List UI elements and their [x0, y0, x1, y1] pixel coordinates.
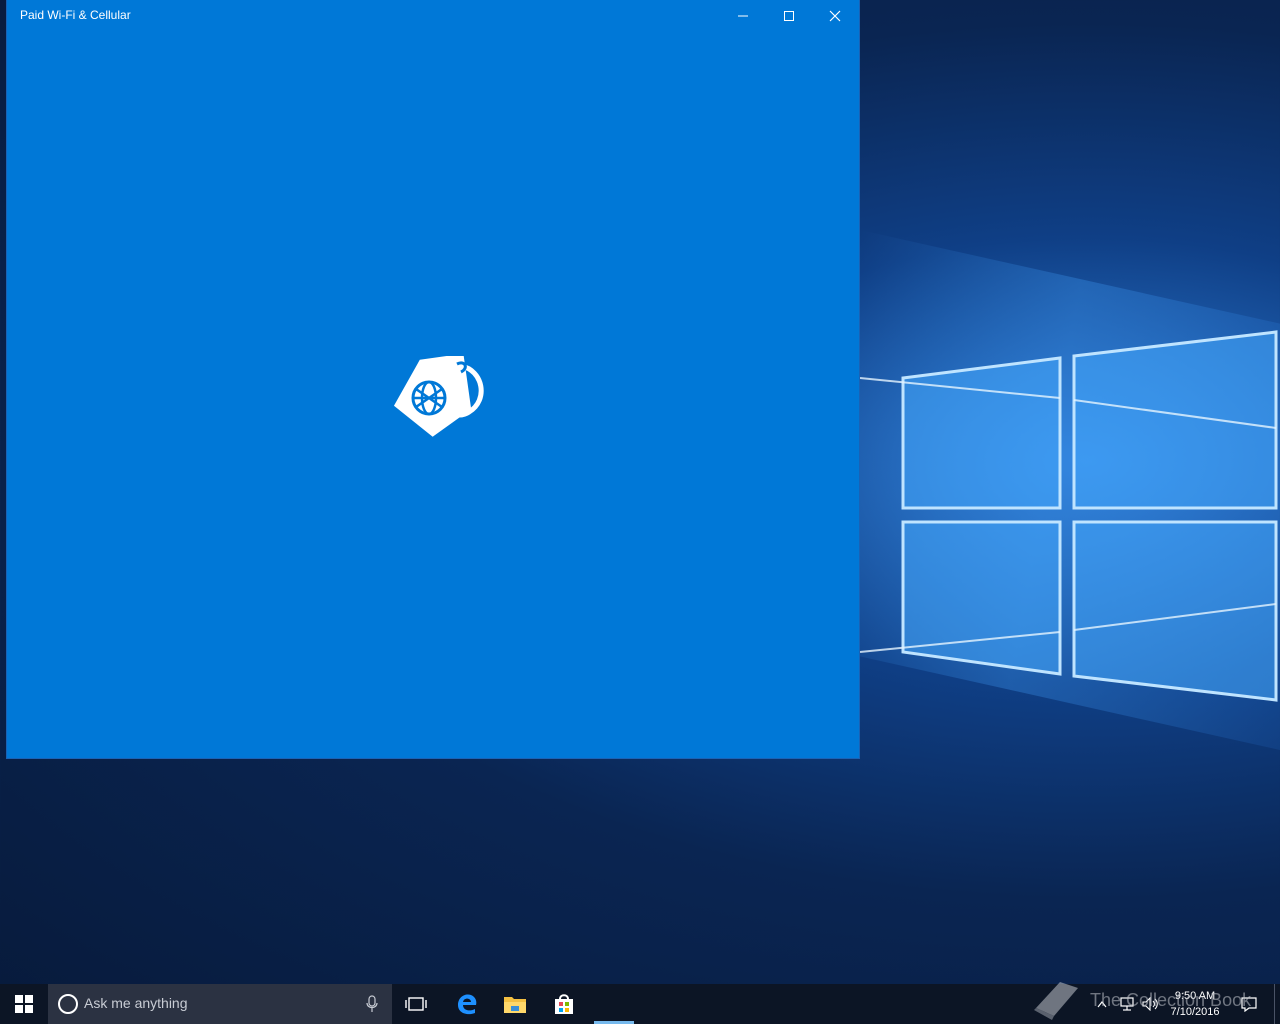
start-button[interactable] [0, 984, 48, 1024]
cortana-circle-icon [58, 994, 78, 1014]
store-taskbar-button[interactable] [540, 984, 588, 1024]
clock-date: 7/10/2016 [1170, 1006, 1220, 1018]
windows-start-icon [15, 995, 33, 1013]
speaker-icon [1142, 997, 1158, 1011]
close-button[interactable] [812, 0, 858, 32]
sim-tag-globe-icon [393, 356, 484, 437]
maximize-icon [784, 11, 794, 21]
search-placeholder: Ask me anything [84, 995, 188, 1011]
chevron-up-icon [1097, 1001, 1107, 1008]
action-center-icon [1241, 997, 1257, 1012]
show-desktop-button[interactable] [1274, 984, 1280, 1024]
title-bar[interactable]: Paid Wi-Fi & Cellular [7, 0, 859, 32]
app-window[interactable]: Paid Wi-Fi & Cellular [7, 0, 859, 758]
close-icon [829, 10, 841, 22]
edge-taskbar-button[interactable] [443, 984, 491, 1024]
clock-time: 9:50 AM [1174, 990, 1216, 1002]
search-box[interactable]: Ask me anything [48, 984, 392, 1024]
show-hidden-icons-button[interactable] [1093, 984, 1111, 1024]
minimize-icon [738, 15, 748, 17]
maximize-button[interactable] [766, 0, 812, 32]
edge-icon [458, 994, 477, 1015]
file-explorer-icon [504, 997, 526, 1013]
minimize-button[interactable] [720, 0, 766, 32]
volume-button[interactable] [1140, 984, 1162, 1024]
file-explorer-taskbar-button[interactable] [491, 984, 539, 1024]
window-title: Paid Wi-Fi & Cellular [20, 8, 131, 22]
task-view-button[interactable] [392, 984, 440, 1024]
network-icon [1120, 997, 1134, 1011]
store-icon [555, 994, 573, 1014]
network-button[interactable] [1116, 984, 1138, 1024]
clock[interactable]: 9:50 AM 7/10/2016 [1164, 988, 1226, 1020]
action-center-button[interactable] [1234, 984, 1264, 1024]
microphone-icon[interactable] [366, 995, 378, 1013]
taskbar: Ask me anything 9:50 AM 7/10/2016 [0, 984, 1280, 1024]
task-view-icon [405, 997, 427, 1011]
